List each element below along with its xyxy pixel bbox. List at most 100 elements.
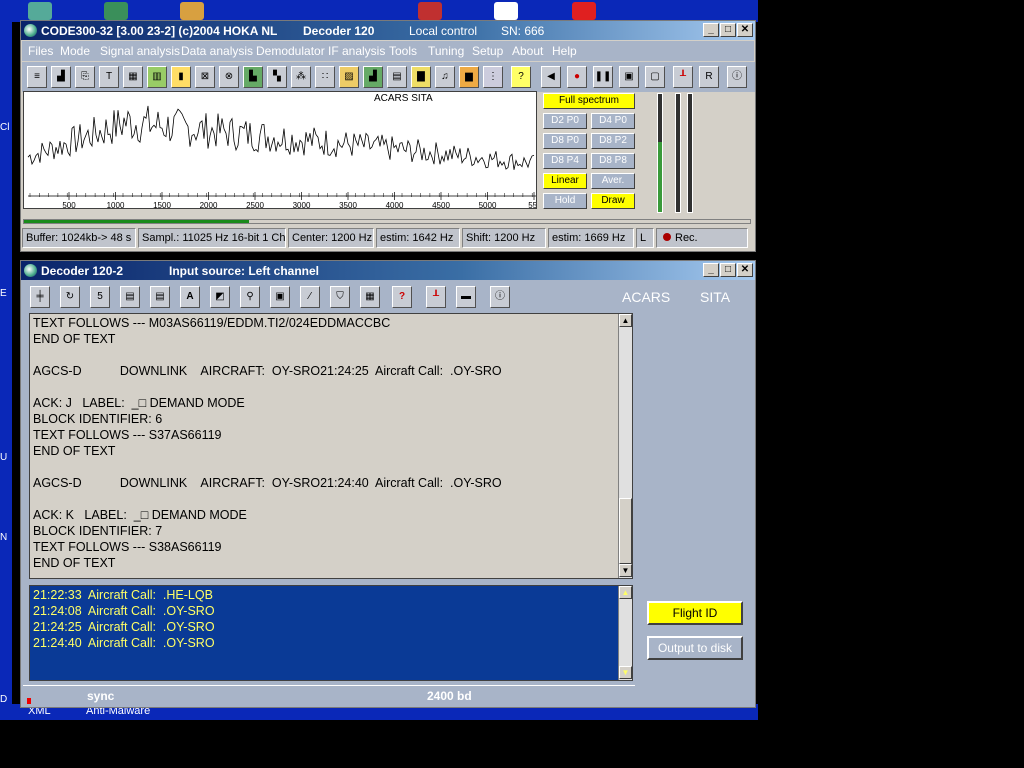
ratio-icon[interactable]: ⁄ — [300, 286, 320, 308]
speed-icon[interactable]: 5 — [90, 286, 110, 308]
aver-button[interactable]: Aver. — [591, 173, 635, 189]
antenna-icon[interactable]: ╪ — [30, 286, 50, 308]
d8p4-button[interactable]: D8 P4 — [543, 153, 587, 169]
info-icon[interactable]: ⓘ — [727, 66, 747, 88]
menu-about[interactable]: About — [512, 44, 543, 58]
tune-marker-icon[interactable]: ┸ — [673, 66, 693, 88]
tuner-icon[interactable]: T — [99, 66, 119, 88]
menu-tools[interactable]: Tools — [389, 44, 417, 58]
control-mode: Local control — [409, 24, 478, 38]
decoder-titlebar[interactable]: Decoder 120-2 Input source: Left channel… — [21, 261, 755, 280]
calls-scroll-up-arrow-icon[interactable]: ▲ — [619, 586, 632, 599]
close-button[interactable]: ✕ — [737, 23, 753, 37]
speaker-icon[interactable]: ◀ — [541, 66, 561, 88]
d8p0-button[interactable]: D8 P0 — [543, 133, 587, 149]
menu-tuning[interactable]: Tuning — [428, 44, 464, 58]
full-spectrum-button[interactable]: Full spectrum — [543, 93, 635, 109]
help-icon[interactable]: ? — [511, 66, 531, 88]
shield-icon[interactable]: ⛉ — [330, 286, 350, 308]
text-scrollbar[interactable]: ▲ ▼ — [618, 314, 632, 578]
call-line[interactable]: 21:24:25 Aircraft Call: .OY-SRO — [33, 620, 215, 634]
draw-button[interactable]: Draw — [591, 193, 635, 209]
decoder-info-icon[interactable]: ⓘ — [490, 286, 510, 308]
matrix-icon[interactable]: ▦ — [360, 286, 380, 308]
network-icon[interactable] — [104, 2, 128, 20]
refresh-icon[interactable]: ↻ — [60, 286, 80, 308]
copy-icon[interactable]: ⎘ — [75, 66, 95, 88]
jp-icon[interactable]: ▤ — [120, 286, 140, 308]
bitstream-icon[interactable]: ⁂ — [291, 66, 311, 88]
app-icon[interactable] — [24, 24, 37, 37]
txt-icon[interactable]: ▤ — [150, 286, 170, 308]
menu-setup[interactable]: Setup — [472, 44, 503, 58]
linear-button[interactable]: Linear — [543, 173, 587, 189]
decoder-maximize-button[interactable]: □ — [720, 263, 736, 277]
menu-if-analysis[interactable]: IF analysis — [328, 44, 385, 58]
menu-data-analysis[interactable]: Data analysis — [181, 44, 253, 58]
decoder-help-icon[interactable]: ? — [392, 286, 412, 308]
adobe-icon[interactable] — [572, 2, 596, 20]
aircraft-calls-list[interactable]: 21:22:33 Aircraft Call: .HE-LQB 21:24:08 … — [29, 585, 633, 681]
output-to-disk-button[interactable]: Output to disk — [647, 636, 743, 660]
minimize-button[interactable]: _ — [703, 23, 719, 37]
font-icon[interactable]: A — [180, 286, 200, 308]
scope-icon[interactable]: ⊠ — [195, 66, 215, 88]
binoculars-icon[interactable]: ⚲ — [240, 286, 260, 308]
fft-icon[interactable]: ▙ — [243, 66, 263, 88]
d4p0-button[interactable]: D4 P0 — [591, 113, 635, 129]
filter-icon[interactable]: ▨ — [339, 66, 359, 88]
bitpattern-icon[interactable]: ∷ — [315, 66, 335, 88]
calls-scroll-down-arrow-icon[interactable]: ▼ — [619, 666, 632, 679]
autocorrelation-icon[interactable]: ▚ — [267, 66, 287, 88]
maximize-button[interactable]: □ — [720, 23, 736, 37]
decoder-bus-icon[interactable]: ▬ — [456, 286, 476, 308]
pause-icon[interactable]: ❚❚ — [593, 66, 613, 88]
decoder-minimize-button[interactable]: _ — [703, 263, 719, 277]
calls-scrollbar[interactable]: ▲ ▼ — [618, 586, 632, 680]
d8p2-button[interactable]: D8 P2 — [591, 133, 635, 149]
table-icon[interactable]: ▤ — [387, 66, 407, 88]
menu-signal-analysis[interactable]: Signal analysis — [100, 44, 180, 58]
decoder-tune-icon[interactable]: ┸ — [426, 286, 446, 308]
call-line[interactable]: 21:24:08 Aircraft Call: .OY-SRO — [33, 604, 215, 618]
scroll-up-arrow-icon[interactable]: ▲ — [619, 314, 632, 327]
floppy-icon[interactable] — [494, 2, 518, 20]
scroll-thumb[interactable] — [619, 498, 632, 564]
menu-mode[interactable]: Mode — [60, 44, 90, 58]
music-icon[interactable]: ♫ — [435, 66, 455, 88]
clear-icon[interactable]: ▣ — [270, 286, 290, 308]
meter-icon[interactable]: ▆ — [459, 66, 479, 88]
scroll-down-arrow-icon[interactable]: ▼ — [619, 564, 632, 577]
color-icon[interactable]: ◩ — [210, 286, 230, 308]
record-icon[interactable]: ● — [567, 66, 587, 88]
call-line[interactable]: 21:22:33 Aircraft Call: .HE-LQB — [33, 588, 213, 602]
calendar-icon[interactable] — [418, 2, 442, 20]
d2p0-button[interactable]: D2 P0 — [543, 113, 587, 129]
decoder-close-button[interactable]: ✕ — [737, 263, 753, 277]
analyzer-icon[interactable]: ▇ — [411, 66, 431, 88]
spectrum-display[interactable]: ACARS SITA 500 1000 1500 2000 2500 3000 3500 40… — [23, 91, 537, 209]
binary-icon[interactable]: ⋮ — [483, 66, 503, 88]
bars-icon[interactable]: ▮ — [171, 66, 191, 88]
menu-demodulator[interactable]: Demodulator — [256, 44, 325, 58]
level-icon[interactable]: ▟ — [363, 66, 383, 88]
call-line[interactable]: 21:24:40 Aircraft Call: .OY-SRO — [33, 636, 215, 650]
decoded-text-pane[interactable]: TEXT FOLLOWS --- M03AS66119/EDDM.TI2/024… — [29, 313, 633, 579]
menu-files[interactable]: Files — [28, 44, 53, 58]
hold-button[interactable]: Hold — [543, 193, 587, 209]
save-icon[interactable]: ▣ — [619, 66, 639, 88]
grid-icon[interactable]: ▦ — [123, 66, 143, 88]
list-icon[interactable]: ≡ — [27, 66, 47, 88]
printer-icon[interactable] — [180, 2, 204, 20]
phase-icon[interactable]: ⊗ — [219, 66, 239, 88]
remote-icon[interactable]: R — [699, 66, 719, 88]
histogram-icon[interactable]: ▟ — [51, 66, 71, 88]
export-icon[interactable]: ▢ — [645, 66, 665, 88]
waterfall-icon[interactable]: ▥ — [147, 66, 167, 88]
flight-id-button[interactable]: Flight ID — [647, 601, 743, 625]
globe-icon[interactable] — [28, 2, 52, 20]
menu-help[interactable]: Help — [552, 44, 577, 58]
decoder-app-icon[interactable] — [24, 264, 37, 277]
main-titlebar[interactable]: CODE300-32 [3.00 23-2] (c)2004 HOKA NL D… — [21, 21, 755, 40]
d8p8-button[interactable]: D8 P8 — [591, 153, 635, 169]
